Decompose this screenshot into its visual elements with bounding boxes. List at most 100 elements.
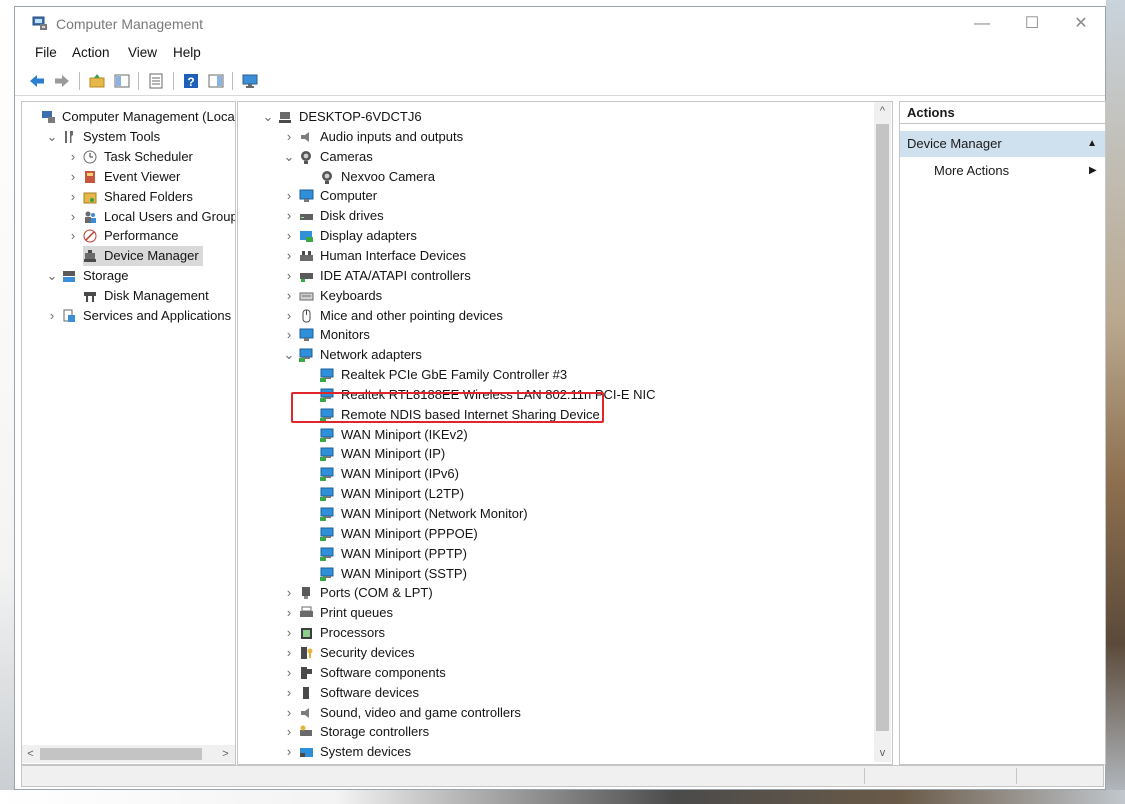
tree-item[interactable]: › Monitors — [287, 325, 370, 345]
vertical-scrollbar[interactable]: ^ v — [874, 102, 891, 762]
tree-item[interactable]: WAN Miniport (Network Monitor) — [320, 504, 528, 524]
expand-chevron-down-icon[interactable]: ⌄ — [283, 147, 295, 167]
show-actions-icon[interactable] — [207, 72, 225, 90]
expand-chevron-right-icon[interactable]: › — [67, 187, 79, 207]
tree-item[interactable]: WAN Miniport (PPTP) — [320, 544, 467, 564]
expand-chevron-right-icon[interactable]: › — [283, 603, 295, 623]
expand-chevron-right-icon[interactable]: › — [283, 742, 295, 762]
close-button[interactable]: ✕ — [1058, 11, 1104, 37]
tree-item[interactable]: WAN Miniport (IPv6) — [320, 464, 459, 484]
expand-chevron-right-icon[interactable]: › — [46, 306, 58, 326]
expand-chevron-right-icon[interactable]: › — [283, 583, 295, 603]
expand-chevron-right-icon[interactable]: › — [67, 226, 79, 246]
horizontal-scrollbar[interactable]: < > — [22, 745, 235, 763]
tree-item-label: WAN Miniport (IPv6) — [341, 466, 459, 482]
tree-item[interactable]: › Print queues — [287, 603, 393, 623]
expand-chevron-right-icon[interactable]: › — [67, 167, 79, 187]
vertical-scroll-thumb[interactable] — [876, 124, 889, 731]
scroll-right-icon[interactable]: > — [217, 745, 234, 763]
tree-item[interactable]: WAN Miniport (SSTP) — [320, 564, 467, 584]
help-icon[interactable]: ? — [182, 72, 200, 90]
expand-chevron-right-icon[interactable]: › — [283, 246, 295, 266]
tree-item[interactable]: › Sound, video and game controllers — [287, 703, 521, 723]
title-bar[interactable]: Computer Management — ☐ ✕ — [15, 7, 1105, 41]
expand-chevron-right-icon[interactable]: › — [67, 147, 79, 167]
tree-item[interactable]: › Software components — [287, 663, 446, 683]
tree-item[interactable]: WAN Miniport (L2TP) — [320, 484, 464, 504]
tree-item[interactable]: ⌄ Network adapters — [284, 345, 422, 365]
actions-section-device-manager[interactable]: Device Manager ▲ — [900, 131, 1105, 157]
tree-item[interactable]: ⌄ Storage — [47, 266, 129, 286]
tree-item[interactable]: › Human Interface Devices — [287, 246, 466, 266]
expand-chevron-right-icon[interactable]: › — [283, 266, 295, 286]
tree-item[interactable]: Disk Management — [83, 286, 209, 306]
tree-item[interactable]: Nexvoo Camera — [320, 167, 435, 187]
tree-item[interactable]: ⌄ DESKTOP-6VDCTJ6 — [263, 107, 422, 127]
expand-chevron-down-icon[interactable]: ⌄ — [46, 127, 58, 147]
tree-item[interactable]: › Keyboards — [287, 286, 382, 306]
expand-chevron-right-icon[interactable]: › — [283, 623, 295, 643]
tree-item[interactable]: ⌄ Cameras — [284, 147, 373, 167]
tree-item[interactable]: › Performance — [71, 226, 179, 246]
tree-item[interactable]: WAN Miniport (PPPOE) — [320, 524, 478, 544]
scroll-down-icon[interactable]: v — [874, 744, 891, 762]
expand-chevron-right-icon[interactable]: › — [283, 127, 295, 147]
tree-item[interactable]: ⌄ System Tools — [47, 127, 161, 147]
tree-item[interactable]: Realtek PCIe GbE Family Controller #3 — [320, 365, 567, 385]
tree-item[interactable]: › Security devices — [287, 643, 415, 663]
menu-help[interactable]: Help — [173, 45, 201, 60]
tree-item[interactable]: WAN Miniport (IKEv2) — [320, 425, 468, 445]
monitor-icon[interactable] — [241, 72, 259, 90]
tree-item[interactable]: › Software devices — [287, 683, 419, 703]
expand-chevron-right-icon[interactable]: › — [283, 722, 295, 742]
expand-chevron-right-icon[interactable]: › — [283, 306, 295, 326]
properties-icon[interactable] — [147, 72, 165, 90]
tree-item[interactable]: › Disk drives — [287, 206, 384, 226]
tree-item[interactable]: › Mice and other pointing devices — [287, 306, 503, 326]
back-icon[interactable] — [28, 72, 46, 90]
tree-item[interactable]: Computer Management (Local — [41, 107, 235, 127]
tree-item[interactable]: › Storage controllers — [287, 722, 429, 742]
horizontal-scroll-thumb[interactable] — [40, 748, 202, 760]
tree-item[interactable]: › Ports (COM & LPT) — [287, 583, 433, 603]
tree-item[interactable]: › Shared Folders — [71, 187, 193, 207]
expand-chevron-right-icon[interactable]: › — [67, 207, 79, 227]
menu-view[interactable]: View — [128, 45, 157, 60]
scroll-up-icon[interactable]: ^ — [874, 102, 891, 120]
menu-action[interactable]: Action — [72, 45, 110, 60]
expand-chevron-down-icon[interactable]: ⌄ — [262, 107, 274, 127]
forward-icon[interactable] — [53, 72, 71, 90]
tree-item[interactable]: › Task Scheduler — [71, 147, 193, 167]
tree-item[interactable]: › Services and Applications — [50, 306, 231, 326]
tree-item[interactable]: › Processors — [287, 623, 385, 643]
minimize-button[interactable]: — — [959, 11, 1005, 37]
expand-chevron-down-icon[interactable]: ⌄ — [283, 345, 295, 365]
expand-chevron-down-icon[interactable]: ⌄ — [46, 266, 58, 286]
expand-chevron-right-icon[interactable]: › — [283, 663, 295, 683]
expand-chevron-right-icon[interactable]: › — [283, 226, 295, 246]
show-tree-icon[interactable] — [113, 72, 131, 90]
collapse-icon[interactable]: ▲ — [1087, 131, 1097, 157]
more-actions-item[interactable]: More Actions — [934, 160, 1009, 182]
tree-item[interactable]: › System devices — [287, 742, 411, 762]
expand-chevron-right-icon[interactable]: › — [283, 206, 295, 226]
expand-chevron-right-icon[interactable]: › — [283, 286, 295, 306]
tree-item[interactable]: Device Manager — [83, 246, 203, 267]
tree-item[interactable]: › Event Viewer — [71, 167, 181, 187]
expand-chevron-right-icon[interactable]: › — [283, 325, 295, 345]
maximize-button[interactable]: ☐ — [1009, 11, 1055, 37]
tree-item[interactable]: › Audio inputs and outputs — [287, 127, 463, 147]
expand-chevron-right-icon[interactable]: › — [283, 186, 295, 206]
expand-chevron-right-icon[interactable]: › — [283, 683, 295, 703]
tree-item[interactable]: › IDE ATA/ATAPI controllers — [287, 266, 471, 286]
tree-item[interactable]: › Computer — [287, 186, 377, 206]
up-folder-icon[interactable] — [88, 72, 106, 90]
menu-file[interactable]: File — [35, 45, 57, 60]
tree-item[interactable]: › Display adapters — [287, 226, 417, 246]
scroll-left-icon[interactable]: < — [22, 745, 39, 763]
tree-item-label: WAN Miniport (L2TP) — [341, 486, 465, 502]
tree-item[interactable]: WAN Miniport (IP) — [320, 444, 445, 464]
expand-chevron-right-icon[interactable]: › — [283, 643, 295, 663]
expand-chevron-right-icon[interactable]: › — [283, 703, 295, 723]
tree-item[interactable]: › Local Users and Groups — [71, 207, 235, 227]
